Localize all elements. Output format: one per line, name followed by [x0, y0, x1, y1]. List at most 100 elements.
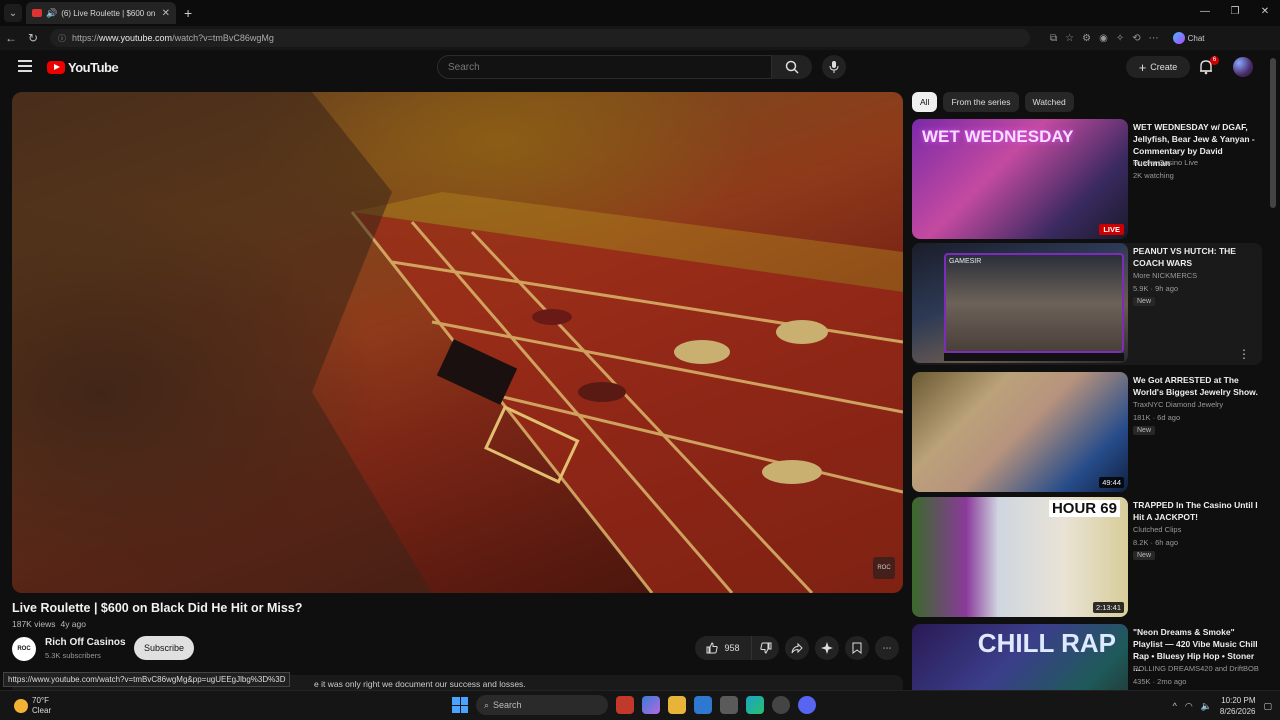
recommendation-title[interactable]: PEANUT VS HUTCH: THE COACH WARS — [1133, 245, 1261, 269]
more-options-icon[interactable]: ⋮ — [1238, 347, 1250, 361]
speaker-icon[interactable]: 🔊 — [46, 8, 57, 19]
webcam-frame: GAMESIR — [944, 253, 1124, 353]
more-menu-icon[interactable]: ⋯ — [1149, 33, 1159, 44]
video-actions: 958 ⋯ — [695, 636, 899, 660]
microphone-icon — [829, 61, 839, 73]
search-icon — [785, 60, 799, 74]
chip-watched[interactable]: Watched — [1024, 92, 1074, 112]
windows-taskbar: 70°F Clear ⌕ Search ^ ◠ 🔈 10:20 PM 8/26/… — [0, 690, 1280, 720]
windows-start-icon[interactable] — [452, 697, 468, 713]
video-meta: 187K views 4y ago — [12, 619, 86, 629]
video-thumbnail[interactable]: 49:44 — [912, 372, 1128, 492]
recommendation-title[interactable]: We Got ARRESTED at The World's Biggest J… — [1133, 374, 1261, 398]
recommendation-channel[interactable]: TraxNYC Diamond Jewelry — [1133, 400, 1223, 409]
maximize-icon[interactable]: ❐ — [1220, 0, 1250, 26]
thumbnail-text: WET WEDNESDAY — [922, 127, 1074, 146]
recommendation-item[interactable]: HOUR 69 2:13:41 TRAPPED In The Casino Un… — [912, 497, 1262, 619]
channel-avatar[interactable]: ROC — [12, 637, 36, 661]
youtube-page: YouTube +Create 6 — [0, 50, 1280, 690]
taskbar-search[interactable]: ⌕ Search — [476, 695, 608, 715]
discord-icon[interactable] — [798, 696, 816, 714]
notification-center-icon[interactable]: ▢ — [1263, 701, 1272, 712]
notifications-button[interactable]: 6 — [1199, 56, 1219, 75]
weather-widget[interactable]: 70°F Clear — [14, 696, 51, 716]
dislike-button[interactable] — [751, 636, 779, 660]
tab-actions-menu-icon[interactable]: ⌄ — [4, 4, 22, 22]
page-scrollbar[interactable] — [1270, 58, 1276, 208]
video-thumbnail[interactable]: HOUR 69 2:13:41 — [912, 497, 1128, 617]
browser-tab-active[interactable]: 🔊 (6) Live Roulette | $600 on Bl... ✕ — [26, 2, 176, 24]
split-screen-icon[interactable]: ⧉ — [1050, 33, 1057, 44]
recommendation-channel[interactable]: More NICKMERCS — [1133, 271, 1197, 280]
chip-from-series[interactable]: From the series — [943, 92, 1019, 112]
wifi-icon[interactable]: ◠ — [1185, 701, 1193, 712]
app-icon[interactable] — [616, 696, 634, 714]
file-explorer-icon[interactable] — [668, 696, 686, 714]
new-badge: New — [1133, 551, 1156, 560]
clock[interactable]: 10:20 PM 8/26/2026 — [1220, 695, 1256, 717]
recommendation-item[interactable]: CHILL RAP "Neon Dreams & Smoke" Playlist… — [912, 624, 1262, 690]
video-title: Live Roulette | $600 on Black Did He Hit… — [12, 601, 303, 615]
chrome-icon[interactable] — [772, 696, 790, 714]
like-button[interactable]: 958 — [695, 636, 751, 660]
video-player[interactable]: ROC — [12, 92, 903, 593]
new-badge: New — [1133, 426, 1156, 435]
edge-browser-icon[interactable] — [746, 696, 764, 714]
more-actions-button[interactable]: ⋯ — [875, 636, 899, 660]
recommendation-channel[interactable]: Hustler Casino Live — [1133, 158, 1198, 167]
recommendation-item[interactable]: 49:44 We Got ARRESTED at The World's Big… — [912, 372, 1262, 494]
search-input[interactable] — [438, 56, 771, 78]
video-thumbnail[interactable]: CHILL RAP — [912, 624, 1128, 690]
recommendation-meta: 435K · 2mo ago — [1133, 677, 1187, 686]
menu-hamburger-icon[interactable] — [18, 60, 32, 72]
channel-name[interactable]: Rich Off Casinos — [45, 637, 126, 648]
recommendation-item[interactable]: GAMESIR PEANUT VS HUTCH: THE COACH WARS … — [912, 243, 1262, 365]
youtube-logo[interactable]: YouTube — [47, 60, 119, 75]
save-button[interactable] — [845, 636, 869, 660]
duration-badge: 49:44 — [1099, 477, 1124, 488]
voice-search-button[interactable] — [822, 55, 846, 79]
recommendation-title[interactable]: TRAPPED In The Casino Until I Hit A JACK… — [1133, 499, 1261, 523]
extension-icon[interactable]: ⚙ — [1082, 33, 1091, 44]
video-thumbnail[interactable]: GAMESIR — [912, 243, 1128, 363]
chevron-up-icon[interactable]: ^ — [1173, 701, 1177, 711]
account-avatar[interactable] — [1233, 57, 1253, 77]
create-button[interactable]: + Create — [1126, 56, 1190, 78]
back-arrow-icon[interactable]: ← — [0, 31, 22, 45]
share-button[interactable] — [785, 636, 809, 660]
profile-icon[interactable]: ◉ — [1099, 33, 1108, 44]
favorite-star-icon[interactable]: ☆ — [1065, 33, 1074, 44]
status-bar-url: https://www.youtube.com/watch?v=tmBvC86w… — [3, 672, 291, 687]
minimize-icon[interactable]: — — [1190, 0, 1220, 26]
refresh-icon[interactable]: ↻ — [22, 31, 44, 45]
copilot-app-icon[interactable] — [642, 696, 660, 714]
duration-badge: 2:13:41 — [1092, 602, 1124, 613]
channel-watermark[interactable]: ROC — [873, 557, 895, 579]
weather-condition: Clear — [32, 706, 52, 715]
close-tab-icon[interactable]: ✕ — [162, 8, 170, 19]
chip-all[interactable]: All — [912, 92, 938, 112]
site-info-icon[interactable]: ⓘ — [58, 33, 66, 44]
search-button[interactable] — [772, 55, 812, 79]
copilot-chat-button[interactable]: Chat — [1172, 32, 1205, 44]
thumbs-down-icon — [759, 642, 771, 654]
close-window-icon[interactable]: ✕ — [1250, 0, 1280, 26]
collections-icon[interactable]: ✧ — [1116, 33, 1124, 44]
ask-ai-button[interactable] — [815, 636, 839, 660]
store-icon[interactable] — [720, 696, 738, 714]
history-icon[interactable]: ⟲ — [1132, 33, 1140, 44]
weather-moon-icon — [14, 699, 28, 713]
subscribe-button[interactable]: Subscribe — [134, 636, 194, 660]
mail-icon[interactable] — [694, 696, 712, 714]
new-tab-button[interactable]: + — [184, 5, 192, 21]
youtube-play-icon — [47, 61, 65, 74]
window-controls: — ❐ ✕ — [1190, 0, 1280, 26]
url-field[interactable]: ⓘ https://www.youtube.com/watch?v=tmBvC8… — [50, 29, 1030, 47]
recommendation-channel[interactable]: ROLLING DREAMS420 and DriftBOB — [1133, 664, 1259, 673]
filter-chips: All From the series Watched — [912, 92, 1074, 112]
video-thumbnail[interactable]: WET WEDNESDAY LIVE — [912, 119, 1128, 239]
recommendation-channel[interactable]: Clutched Clips — [1133, 525, 1181, 534]
more-dots-icon: ⋯ — [882, 642, 892, 653]
recommendation-item[interactable]: WET WEDNESDAY LIVE WET WEDNESDAY w/ DGAF… — [912, 119, 1262, 241]
volume-icon[interactable]: 🔈 — [1201, 701, 1212, 712]
